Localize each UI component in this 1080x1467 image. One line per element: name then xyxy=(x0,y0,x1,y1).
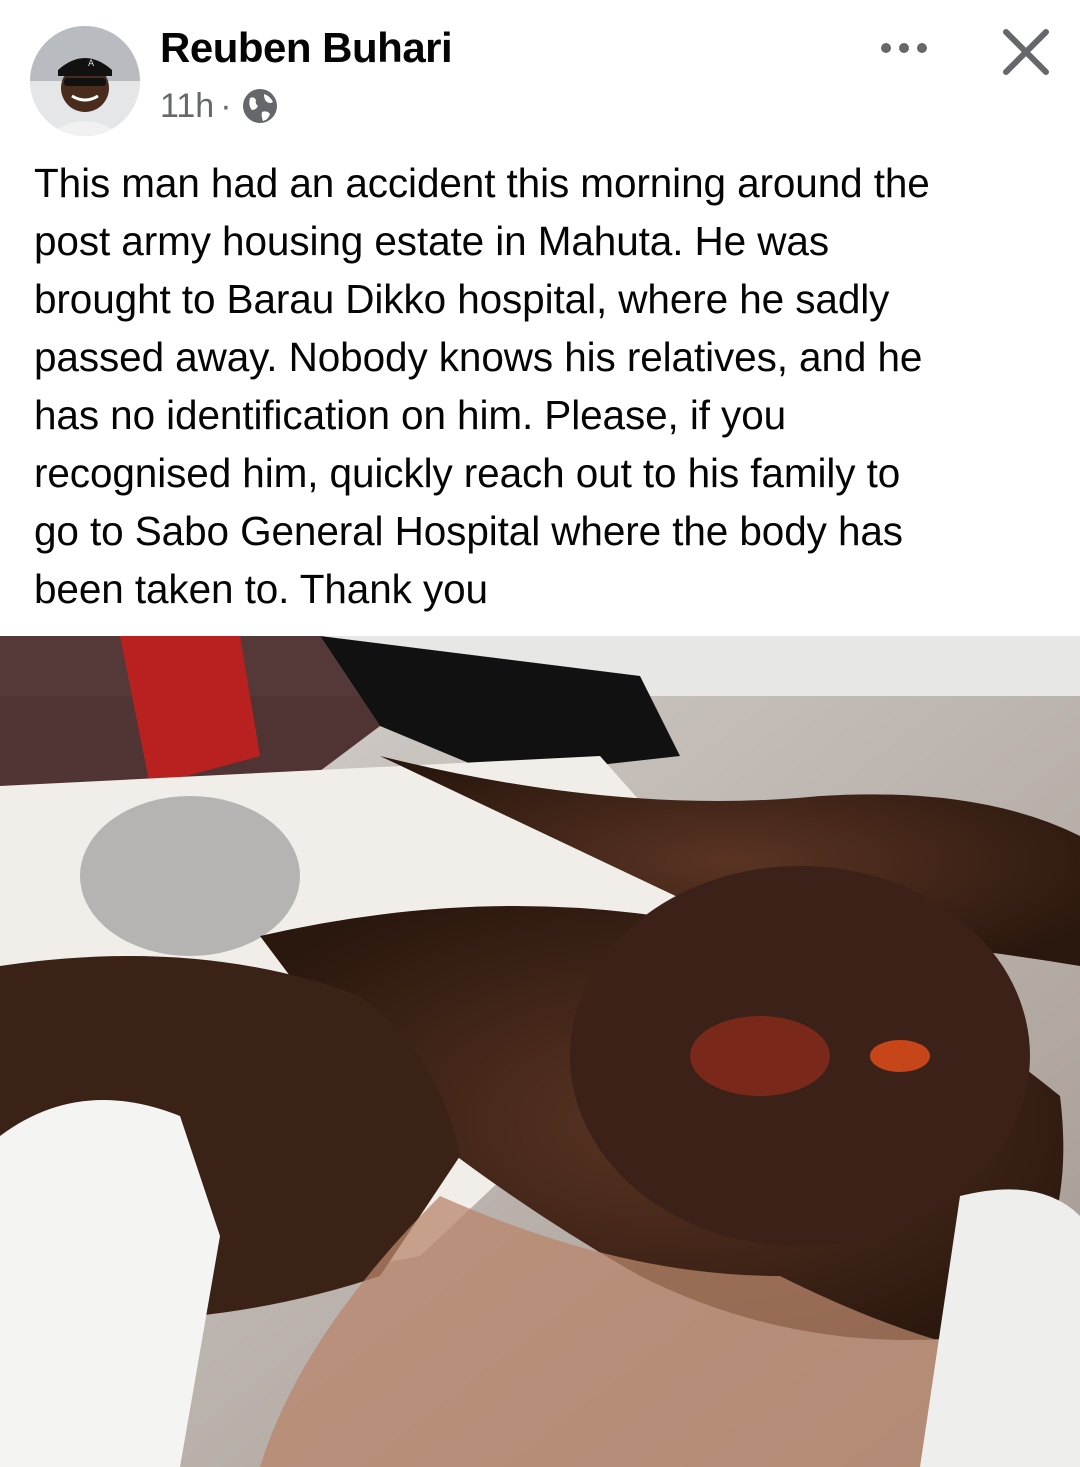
author-name[interactable]: Reuben Buhari xyxy=(160,24,453,72)
post-text-line: recognised him, quickly reach out to his… xyxy=(34,450,901,496)
svg-text:A: A xyxy=(88,59,95,69)
photo-image xyxy=(0,636,1080,1467)
post-text-line: This man had an accident this morning ar… xyxy=(34,160,930,206)
post-text-line: brought to Barau Dikko hospital, where h… xyxy=(34,276,890,322)
post-text-line: post army housing estate in Mahuta. He w… xyxy=(34,218,829,264)
avatar-image: A xyxy=(30,26,140,136)
globe-icon[interactable] xyxy=(240,86,280,126)
post-timestamp[interactable]: 11h xyxy=(160,87,214,126)
post-text-line: go to Sabo General Hospital where the bo… xyxy=(34,508,903,554)
post-photo[interactable] xyxy=(0,636,1080,1467)
post-text-line: been taken to. Thank you xyxy=(34,566,488,612)
post-meta: 11h · xyxy=(160,84,280,128)
close-button[interactable] xyxy=(996,22,1056,82)
post-body-text: This man had an accident this morning ar… xyxy=(34,154,1064,618)
post-header: A Reuben Buhari 11h · xyxy=(0,0,1080,140)
more-horizontal-icon xyxy=(881,43,927,53)
author-avatar[interactable]: A xyxy=(30,26,140,136)
post-text-line: passed away. Nobody knows his relatives,… xyxy=(34,334,923,380)
more-options-button[interactable] xyxy=(872,28,936,68)
meta-separator: · xyxy=(220,86,232,125)
post-text-line: has no identification on him. Please, if… xyxy=(34,392,787,438)
close-icon xyxy=(1003,29,1049,75)
